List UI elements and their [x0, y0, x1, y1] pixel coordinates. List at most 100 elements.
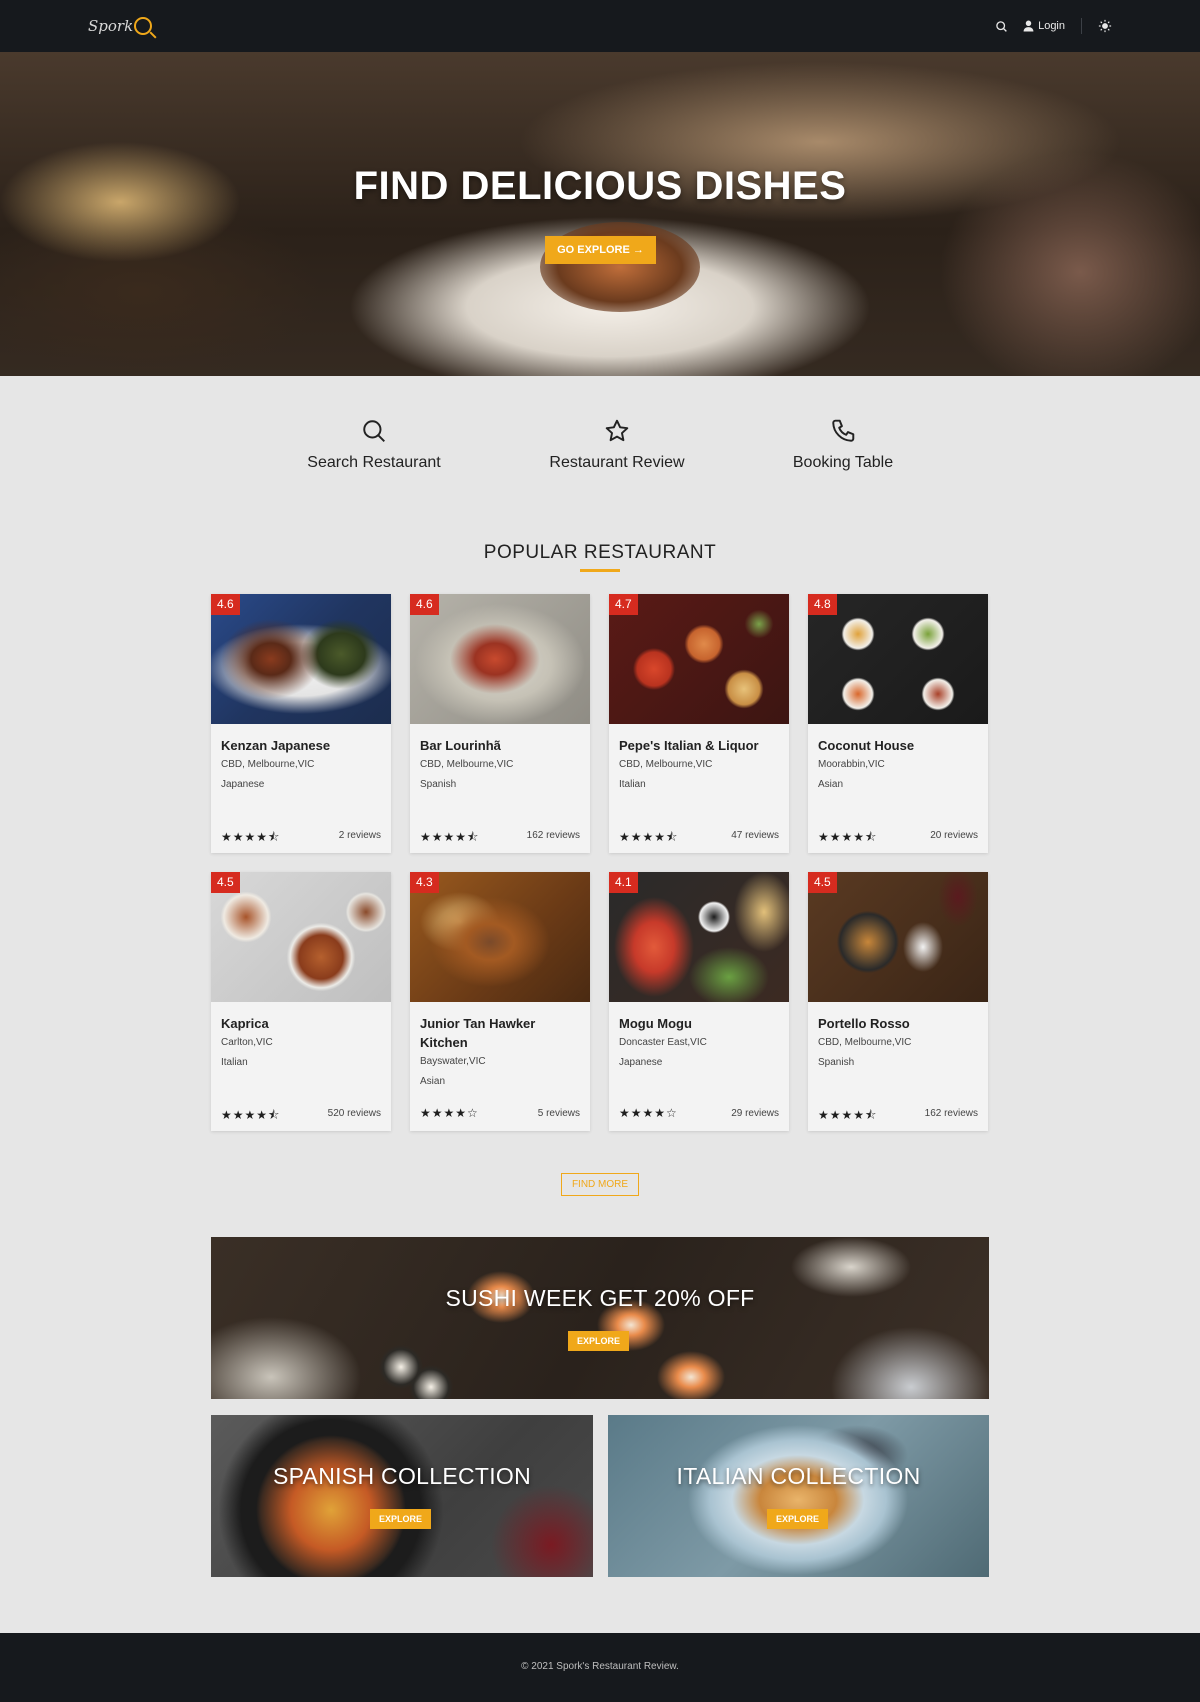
- rating-badge: 4.6: [211, 594, 240, 615]
- review-count[interactable]: 162 reviews: [925, 1108, 978, 1119]
- restaurant-name[interactable]: Mogu Mogu: [619, 1014, 781, 1033]
- restaurant-name[interactable]: Junior Tan Hawker Kitchen: [420, 1014, 582, 1052]
- logo[interactable]: Spork: [88, 14, 153, 38]
- go-explore-button[interactable]: GO EXPLORE →: [545, 236, 656, 264]
- footer: © 2021 Spork's Restaurant Review.: [0, 1633, 1200, 1702]
- star-icon: [604, 418, 630, 444]
- explore-button[interactable]: EXPLORE: [370, 1509, 432, 1529]
- star-rating: ★★★★⯪: [619, 830, 679, 844]
- promo-sushi-week[interactable]: SUSHI WEEK GET 20% OFF EXPLORE: [211, 1237, 989, 1399]
- restaurant-card[interactable]: 4.6 Bar Lourinhã CBD, Melbourne,VIC Span…: [410, 594, 590, 853]
- section-title-underline: [580, 569, 620, 572]
- review-count[interactable]: 29 reviews: [731, 1108, 779, 1119]
- rating-badge: 4.5: [808, 872, 837, 893]
- restaurant-location: Bayswater,VIC: [420, 1056, 486, 1067]
- feature-label: Restaurant Review: [549, 454, 685, 471]
- review-count[interactable]: 20 reviews: [930, 830, 978, 841]
- restaurant-card[interactable]: 4.5 Portello Rosso CBD, Melbourne,VIC Sp…: [808, 872, 988, 1131]
- restaurant-name[interactable]: Portello Rosso: [818, 1014, 980, 1033]
- search-icon[interactable]: [991, 16, 1011, 36]
- restaurant-cuisine: Asian: [420, 1076, 446, 1087]
- find-more-button[interactable]: FIND MORE: [561, 1173, 639, 1196]
- review-count[interactable]: 2 reviews: [339, 830, 381, 841]
- feature-label: Booking Table: [792, 454, 894, 471]
- restaurant-card[interactable]: 4.1 Mogu Mogu Doncaster East,VIC Japanes…: [609, 872, 789, 1131]
- nav-actions: Login: [991, 16, 1114, 36]
- rating-badge: 4.1: [609, 872, 638, 893]
- feature-search-restaurant[interactable]: Search Restaurant: [274, 418, 474, 472]
- review-count[interactable]: 47 reviews: [731, 830, 779, 841]
- rating-badge: 4.7: [609, 594, 638, 615]
- restaurant-image: 4.3: [410, 872, 590, 1002]
- restaurant-name[interactable]: Kenzan Japanese: [221, 736, 383, 755]
- star-rating: ★★★★⯪: [221, 830, 281, 844]
- feature-label: Search Restaurant: [307, 454, 441, 471]
- hero-banner: FIND DELICIOUS DISHES GO EXPLORE →: [0, 52, 1200, 376]
- restaurant-image: 4.7: [609, 594, 789, 724]
- feature-restaurant-review[interactable]: Restaurant Review: [517, 418, 717, 472]
- restaurant-card[interactable]: 4.5 Kaprica Carlton,VIC Italian ★★★★⯪ 52…: [211, 872, 391, 1131]
- restaurant-image: 4.6: [410, 594, 590, 724]
- restaurant-card[interactable]: 4.3 Junior Tan Hawker Kitchen Bayswater,…: [410, 872, 590, 1131]
- explore-button[interactable]: EXPLORE: [767, 1509, 829, 1529]
- promo-italian-collection[interactable]: ITALIAN COLLECTION EXPLORE: [608, 1415, 989, 1577]
- restaurant-image: 4.1: [609, 872, 789, 1002]
- star-rating: ★★★★⯪: [818, 1108, 878, 1122]
- restaurant-location: CBD, Melbourne,VIC: [619, 759, 713, 770]
- restaurant-location: Doncaster East,VIC: [619, 1037, 707, 1048]
- review-count[interactable]: 162 reviews: [527, 830, 580, 841]
- hero-title: FIND DELICIOUS DISHES: [353, 164, 847, 208]
- rating-badge: 4.3: [410, 872, 439, 893]
- restaurant-location: CBD, Melbourne,VIC: [420, 759, 514, 770]
- restaurant-image: 4.5: [211, 872, 391, 1002]
- login-label: Login: [1038, 20, 1065, 32]
- restaurant-cuisine: Spanish: [818, 1057, 855, 1068]
- restaurant-name[interactable]: Bar Lourinhã: [420, 736, 582, 755]
- restaurant-image: 4.6: [211, 594, 391, 724]
- restaurant-card[interactable]: 4.8 Coconut House Moorabbin,VIC Asian ★★…: [808, 594, 988, 853]
- login-button[interactable]: Login: [1023, 20, 1065, 32]
- sun-icon[interactable]: [1096, 17, 1114, 35]
- star-rating: ★★★★☆: [420, 1106, 479, 1120]
- nav-divider: [1081, 18, 1082, 34]
- rating-badge: 4.6: [410, 594, 439, 615]
- star-rating: ★★★★⯪: [818, 830, 878, 844]
- rating-badge: 4.5: [211, 872, 240, 893]
- restaurant-name[interactable]: Coconut House: [818, 736, 980, 755]
- restaurant-cuisine: Asian: [818, 779, 844, 790]
- promo-title: SPANISH COLLECTION: [272, 1463, 532, 1489]
- review-count[interactable]: 520 reviews: [328, 1108, 381, 1119]
- star-rating: ★★★★⯪: [420, 830, 480, 844]
- search-icon: [361, 418, 387, 444]
- section-title: POPULAR RESTAURANT: [483, 542, 717, 563]
- restaurant-grid: 4.6 Kenzan Japanese CBD, Melbourne,VIC J…: [211, 594, 990, 1131]
- promo-spanish-collection[interactable]: SPANISH COLLECTION EXPLORE: [211, 1415, 593, 1577]
- feature-booking-table[interactable]: Booking Table: [743, 418, 943, 472]
- restaurant-image: 4.8: [808, 594, 988, 724]
- logo-mark-icon: [134, 17, 153, 35]
- restaurant-location: CBD, Melbourne,VIC: [221, 759, 315, 770]
- promo-title: SUSHI WEEK GET 20% OFF: [445, 1285, 755, 1311]
- restaurant-name[interactable]: Kaprica: [221, 1014, 383, 1033]
- restaurant-location: Carlton,VIC: [221, 1037, 273, 1048]
- user-icon: [1023, 20, 1034, 32]
- star-rating: ★★★★☆: [619, 1106, 678, 1120]
- star-rating: ★★★★⯪: [221, 1108, 281, 1122]
- review-count[interactable]: 5 reviews: [538, 1108, 580, 1119]
- restaurant-cuisine: Japanese: [221, 779, 265, 790]
- restaurant-location: CBD, Melbourne,VIC: [818, 1037, 912, 1048]
- promo-title: ITALIAN COLLECTION: [676, 1463, 921, 1489]
- restaurant-name[interactable]: Pepe's Italian & Liquor: [619, 736, 781, 755]
- rating-badge: 4.8: [808, 594, 837, 615]
- restaurant-card[interactable]: 4.6 Kenzan Japanese CBD, Melbourne,VIC J…: [211, 594, 391, 853]
- restaurant-image: 4.5: [808, 872, 988, 1002]
- explore-button[interactable]: EXPLORE: [568, 1331, 630, 1351]
- restaurant-cuisine: Italian: [221, 1057, 248, 1068]
- restaurant-card[interactable]: 4.7 Pepe's Italian & Liquor CBD, Melbour…: [609, 594, 789, 853]
- restaurant-cuisine: Japanese: [619, 1057, 663, 1068]
- restaurant-cuisine: Italian: [619, 779, 646, 790]
- copyright-text: © 2021 Spork's Restaurant Review.: [521, 1661, 679, 1672]
- logo-text: Spork: [88, 17, 134, 35]
- phone-icon: [830, 418, 856, 444]
- restaurant-location: Moorabbin,VIC: [818, 759, 885, 770]
